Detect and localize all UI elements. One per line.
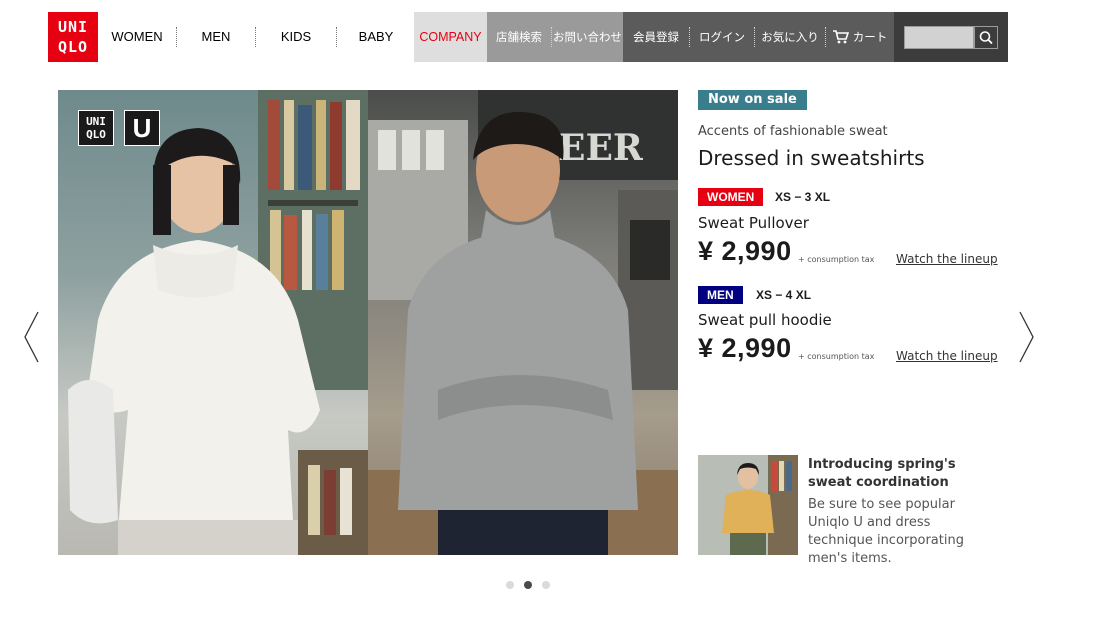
- company-bar: COMPANY: [414, 12, 487, 62]
- nav-men[interactable]: MEN: [177, 27, 255, 47]
- men-product-price: ¥ 2,990: [698, 333, 792, 363]
- search-button[interactable]: [974, 26, 998, 49]
- search-area: [894, 12, 1008, 62]
- uniqlo-u-logo: U: [124, 110, 160, 146]
- nav-kids[interactable]: KIDS: [256, 27, 336, 47]
- carousel-dot[interactable]: [524, 581, 532, 589]
- uniqlo-u-logos: UNI QLO U: [78, 110, 160, 146]
- promo-title: Introducing spring's sweat coordination: [808, 457, 956, 490]
- login-link[interactable]: ログイン: [690, 12, 754, 62]
- nav-women[interactable]: WOMEN: [98, 27, 176, 47]
- women-model-illustration: [68, 90, 368, 555]
- now-on-sale-badge: Now on sale: [698, 90, 807, 110]
- store-bar: 店舗検索 お問い合わせ: [487, 12, 623, 62]
- women-product-price: ¥ 2,990: [698, 236, 792, 266]
- cart-label: カート: [852, 30, 888, 44]
- men-size-range: XS − 4 XL: [756, 288, 812, 302]
- men-tag: MEN: [698, 286, 743, 304]
- search-icon: [979, 31, 993, 45]
- men-product-name: Sweat pull hoodie: [698, 311, 832, 329]
- feature-kicker: Accents of fashionable sweat: [698, 124, 888, 139]
- women-lineup-link[interactable]: Watch the lineup: [896, 252, 998, 266]
- member-bar: 会員登録 ログイン お気に入り カート: [623, 12, 894, 62]
- chevron-right-icon: [1019, 311, 1034, 363]
- cart-link[interactable]: カート: [826, 12, 894, 62]
- cart-icon: [832, 30, 849, 44]
- carousel-dot[interactable]: [542, 581, 550, 589]
- promo-thumbnail-illustration: [698, 455, 798, 555]
- promo-thumbnail: [698, 455, 798, 555]
- search-input[interactable]: [904, 26, 974, 49]
- men-lineup-link[interactable]: Watch the lineup: [896, 349, 998, 363]
- women-product-name: Sweat Pullover: [698, 214, 809, 232]
- men-model-photo: EER: [368, 90, 678, 555]
- coordination-promo[interactable]: Introducing spring's sweat coordination …: [698, 455, 998, 566]
- uniqlo-logo[interactable]: UNI QLO: [48, 12, 98, 62]
- hero-image[interactable]: UNI QLO U EER: [58, 90, 678, 555]
- uniqlo-logo-small: UNI QLO: [78, 110, 114, 146]
- women-tax-note: + consumption tax: [798, 255, 875, 264]
- company-link[interactable]: COMPANY: [414, 12, 487, 62]
- feature-headline: Dressed in sweatshirts: [698, 146, 925, 170]
- men-tax-note: + consumption tax: [798, 352, 875, 361]
- men-model-illustration: EER: [368, 90, 678, 555]
- carousel-indicators: [506, 581, 550, 589]
- promo-description: Be sure to see popular Uniqlo U and dres…: [808, 497, 964, 566]
- nav-baby[interactable]: BABY: [337, 27, 415, 47]
- favorites-link[interactable]: お気に入り: [755, 12, 825, 62]
- carousel-prev-button[interactable]: [22, 310, 42, 364]
- store-search-link[interactable]: 店舗検索: [487, 12, 551, 62]
- logo-line-1: UNI: [57, 18, 89, 36]
- svg-text:EER: EER: [558, 127, 644, 169]
- chevron-left-icon: [24, 311, 39, 363]
- register-link[interactable]: 会員登録: [623, 12, 689, 62]
- uq-logo-line-2: QLO: [86, 128, 106, 141]
- site-header: UNI QLO WOMEN MEN KIDS BABY COMPANY 店舗検索…: [0, 0, 1106, 90]
- women-tag: WOMEN: [698, 188, 764, 206]
- main-nav: WOMEN MEN KIDS BABY: [98, 12, 415, 62]
- carousel-next-button[interactable]: [1016, 310, 1036, 364]
- women-model-photo: UNI QLO U: [58, 90, 368, 555]
- logo-line-2: QLO: [57, 38, 89, 56]
- women-size-range: XS − 3 XL: [775, 190, 831, 204]
- uq-logo-line-1: UNI: [86, 115, 106, 128]
- carousel-dot[interactable]: [506, 581, 514, 589]
- contact-link[interactable]: お問い合わせ: [552, 12, 623, 62]
